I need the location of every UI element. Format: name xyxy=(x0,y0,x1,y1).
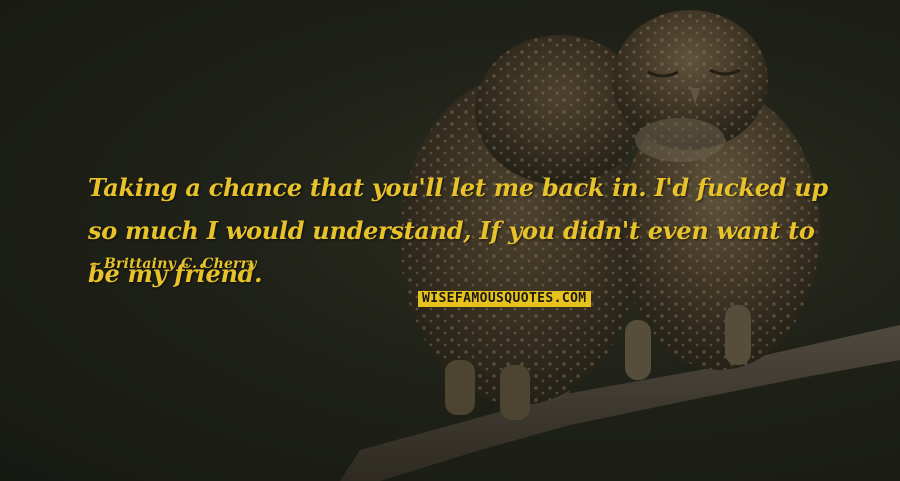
author-name: Brittainy C. Cherry xyxy=(103,256,257,272)
watermark-badge: WISEFAMOUSQUOTES.COM xyxy=(418,291,591,307)
author-dash: ~ xyxy=(90,256,102,272)
quote-image: Taking a chance that you'll let me back … xyxy=(0,0,900,481)
quote-text: Taking a chance that you'll let me back … xyxy=(88,173,828,288)
author-line: ~ Brittainy C. Cherry xyxy=(90,256,257,272)
